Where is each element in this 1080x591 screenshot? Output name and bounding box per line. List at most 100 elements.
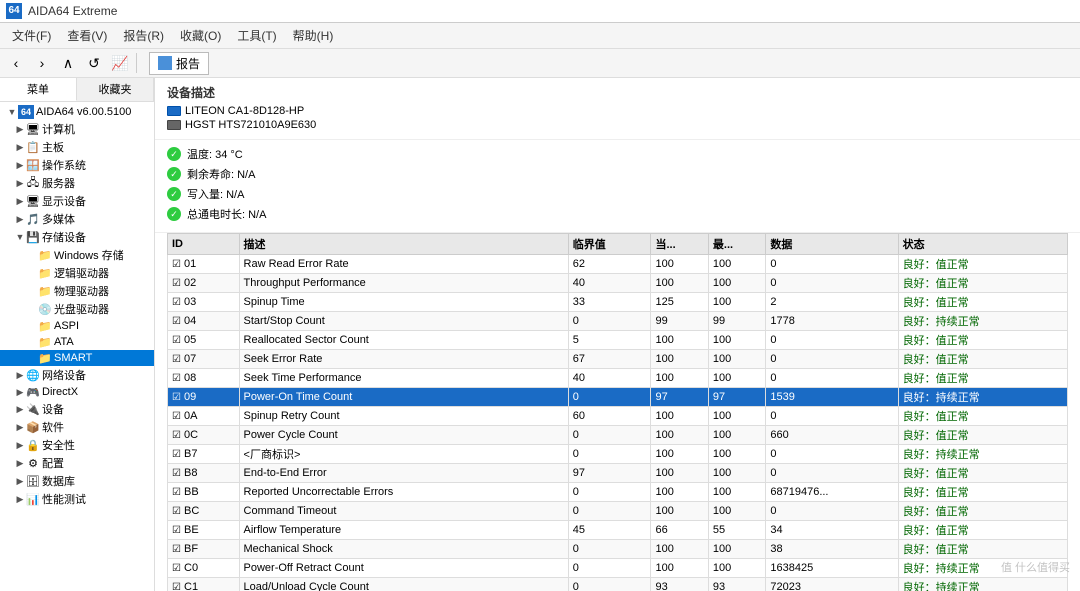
tree-item-multimedia[interactable]: ▶ 🎵 多媒体 <box>0 210 154 228</box>
table-row[interactable]: ☑ C0 Power-Off Retract Count 0 100 100 1… <box>168 559 1068 578</box>
tree-item-security[interactable]: ▶ 🔒 安全性 <box>0 436 154 454</box>
table-row[interactable]: ☑ 0A Spinup Retry Count 60 100 100 0 良好：… <box>168 407 1068 426</box>
display-icon: 🖥 <box>26 194 40 208</box>
menu-tools[interactable]: 工具(T) <box>229 25 284 46</box>
benchmark-icon: 📊 <box>26 492 40 506</box>
table-row[interactable]: ☑ 08 Seek Time Performance 40 100 100 0 … <box>168 369 1068 388</box>
tree-item-server[interactable]: ▶ 🖧 服务器 <box>0 174 154 192</box>
security-label: 安全性 <box>42 437 75 453</box>
table-row[interactable]: ☑ C1 Load/Unload Cycle Count 0 93 93 720… <box>168 578 1068 591</box>
security-icon: 🔒 <box>26 438 40 452</box>
tree-item-smart[interactable]: 📁 SMART <box>0 350 154 366</box>
server-label: 服务器 <box>42 175 75 191</box>
tree-item-aida64[interactable]: ▼ 64 AIDA64 v6.00.5100 <box>0 104 154 120</box>
aida64-label: AIDA64 v6.00.5100 <box>36 106 131 118</box>
app-title: AIDA64 Extreme <box>28 4 117 18</box>
report-button[interactable]: 报告 <box>149 52 209 75</box>
tree-item-logical[interactable]: 📁 逻辑驱动器 <box>0 264 154 282</box>
tree-item-physical[interactable]: 📁 物理驱动器 <box>0 282 154 300</box>
storage-icon: 💾 <box>26 230 40 244</box>
forward-button[interactable]: › <box>30 51 54 75</box>
tree-item-config[interactable]: ▶ ⚙ 配置 <box>0 454 154 472</box>
toolbar-divider <box>136 53 137 73</box>
tree-item-motherboard[interactable]: ▶ 📋 主板 <box>0 138 154 156</box>
computer-label: 计算机 <box>42 121 75 137</box>
table-row[interactable]: ☑ 04 Start/Stop Count 0 99 99 1778 良好：持续… <box>168 312 1068 331</box>
table-row[interactable]: ☑ 03 Spinup Time 33 125 100 2 良好：值正常 <box>168 293 1068 312</box>
expand-icon: ▶ <box>14 141 26 153</box>
ok-icon-life: ✓ <box>167 167 181 181</box>
panel-tabs: 菜单 收藏夹 <box>0 78 154 102</box>
database-icon: 🗄 <box>26 474 40 488</box>
table-row[interactable]: ☑ BC Command Timeout 0 100 100 0 良好：值正常 <box>168 502 1068 521</box>
display-label: 显示设备 <box>42 193 86 209</box>
tree-item-software[interactable]: ▶ 📦 软件 <box>0 418 154 436</box>
refresh-button[interactable]: ↺ <box>82 51 106 75</box>
ok-icon-uptime: ✓ <box>167 207 181 221</box>
tab-menu[interactable]: 菜单 <box>0 78 77 101</box>
expand-icon: ▶ <box>14 386 26 398</box>
up-button[interactable]: ∧ <box>56 51 80 75</box>
table-row[interactable]: ☑ 05 Reallocated Sector Count 5 100 100 … <box>168 331 1068 350</box>
multimedia-icon: 🎵 <box>26 212 40 226</box>
menu-help[interactable]: 帮助(H) <box>285 25 342 46</box>
menu-file[interactable]: 文件(F) <box>4 25 59 46</box>
table-row[interactable]: ☑ 01 Raw Read Error Rate 62 100 100 0 良好… <box>168 255 1068 274</box>
expand-icon: ▼ <box>14 231 26 243</box>
expand-icon: ▶ <box>14 159 26 171</box>
tree-item-optical[interactable]: 💿 光盘驱动器 <box>0 300 154 318</box>
tree-item-database[interactable]: ▶ 🗄 数据库 <box>0 472 154 490</box>
col-data: 数据 <box>766 234 898 255</box>
smart-table: ID 描述 临界值 当... 最... 数据 状态 ☑ 01 Raw Read … <box>167 233 1068 591</box>
table-row[interactable]: ☑ 09 Power-On Time Count 0 97 97 1539 良好… <box>168 388 1068 407</box>
tree-item-aspi[interactable]: 📁 ASPI <box>0 318 154 334</box>
col-status: 状态 <box>898 234 1067 255</box>
table-row[interactable]: ☑ BF Mechanical Shock 0 100 100 38 良好：值正… <box>168 540 1068 559</box>
storage-label: 存储设备 <box>42 229 86 245</box>
network-label: 网络设备 <box>42 367 86 383</box>
report-label: 报告 <box>176 55 200 72</box>
tree-item-storage[interactable]: ▼ 💾 存储设备 <box>0 228 154 246</box>
table-row[interactable]: ☑ BE Airflow Temperature 45 66 55 34 良好：… <box>168 521 1068 540</box>
table-row[interactable]: ☑ B8 End-to-End Error 97 100 100 0 良好：值正… <box>168 464 1068 483</box>
server-icon: 🖧 <box>26 176 40 190</box>
tree-item-devices[interactable]: ▶ 🔌 设备 <box>0 400 154 418</box>
back-button[interactable]: ‹ <box>4 51 28 75</box>
smart-icon: 📁 <box>38 351 52 365</box>
tree-item-ata[interactable]: 📁 ATA <box>0 334 154 350</box>
expand-icon: ▶ <box>14 123 26 135</box>
write-label: 写入量: N/A <box>187 186 244 202</box>
logical-label: 逻辑驱动器 <box>54 265 109 281</box>
table-row[interactable]: ☑ BB Reported Uncorrectable Errors 0 100… <box>168 483 1068 502</box>
col-current: 当... <box>651 234 708 255</box>
expand-icon: ▶ <box>14 195 26 207</box>
network-icon: 🌐 <box>26 368 40 382</box>
table-row[interactable]: ☑ B7 <厂商标识> 0 100 100 0 良好：持续正常 <box>168 445 1068 464</box>
table-row[interactable]: ☑ 02 Throughput Performance 40 100 100 0… <box>168 274 1068 293</box>
tree-item-os[interactable]: ▶ 🪟 操作系统 <box>0 156 154 174</box>
chart-button[interactable]: 📈 <box>108 51 132 75</box>
expand-icon: ▶ <box>14 421 26 433</box>
tree-item-win-storage[interactable]: 📁 Windows 存储 <box>0 246 154 264</box>
software-icon: 📦 <box>26 420 40 434</box>
win-storage-label: Windows 存储 <box>54 247 124 263</box>
uptime-label: 总通电时长: N/A <box>187 206 266 222</box>
table-row[interactable]: ☑ 0C Power Cycle Count 0 100 100 660 良好：… <box>168 426 1068 445</box>
status-section: ✓ 温度: 34 °C ✓ 剩余寿命: N/A ✓ 写入量: N/A ✓ 总通电… <box>155 140 1080 233</box>
menu-view[interactable]: 查看(V) <box>59 25 115 46</box>
tree-item-display[interactable]: ▶ 🖥 显示设备 <box>0 192 154 210</box>
tree-item-network[interactable]: ▶ 🌐 网络设备 <box>0 366 154 384</box>
ok-icon-write: ✓ <box>167 187 181 201</box>
tree-item-computer[interactable]: ▶ 🖥 计算机 <box>0 120 154 138</box>
tree-item-benchmark[interactable]: ▶ 📊 性能测试 <box>0 490 154 508</box>
tab-favorites[interactable]: 收藏夹 <box>77 78 154 101</box>
table-row[interactable]: ☑ 07 Seek Error Rate 67 100 100 0 良好：值正常 <box>168 350 1068 369</box>
physical-icon: 📁 <box>38 284 52 298</box>
tree-item-directx[interactable]: ▶ 🎮 DirectX <box>0 384 154 400</box>
menu-bar: 文件(F) 查看(V) 报告(R) 收藏(O) 工具(T) 帮助(H) <box>0 23 1080 49</box>
computer-icon: 🖥 <box>26 122 40 136</box>
os-icon: 🪟 <box>26 158 40 172</box>
status-uptime: ✓ 总通电时长: N/A <box>167 206 1068 222</box>
menu-favorites[interactable]: 收藏(O) <box>172 25 229 46</box>
menu-report[interactable]: 报告(R) <box>115 25 172 46</box>
